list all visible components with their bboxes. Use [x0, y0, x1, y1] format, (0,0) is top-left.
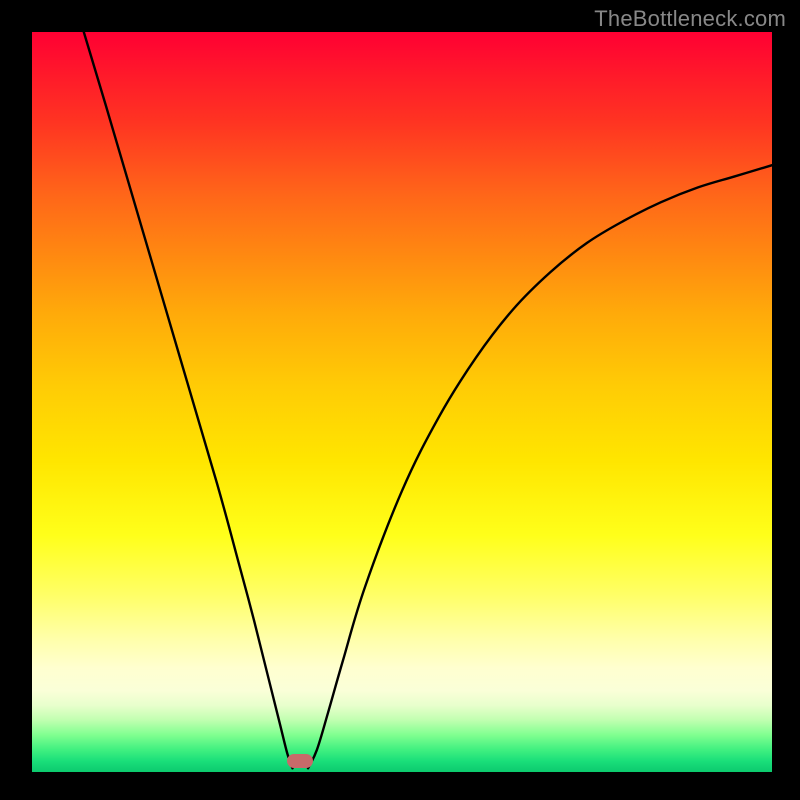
plot-area	[32, 32, 772, 772]
watermark-text: TheBottleneck.com	[594, 6, 786, 32]
chart-frame: TheBottleneck.com	[0, 0, 800, 800]
curve-left-branch	[84, 32, 293, 768]
curve-right-branch	[308, 165, 772, 768]
bottleneck-marker	[287, 754, 313, 768]
curve-layer	[32, 32, 772, 772]
